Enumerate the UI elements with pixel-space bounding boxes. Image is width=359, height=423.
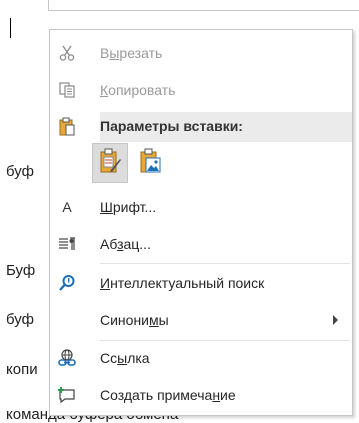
- menu-separator: [100, 340, 350, 341]
- paste-clipboard-icon: [50, 112, 84, 142]
- menu-item-synonyms[interactable]: Синонимы: [50, 305, 352, 335]
- menu-item-label: Вырезать: [100, 45, 163, 61]
- menu-item-copy[interactable]: Копировать: [50, 75, 352, 105]
- menu-item-label: Шрифт...: [100, 199, 157, 215]
- menu-item-label: Ссылка: [100, 350, 150, 366]
- new-comment-icon: [50, 380, 84, 410]
- menu-item-paragraph[interactable]: Абзац...: [50, 229, 352, 259]
- context-menu: Вырезать Копировать Параметры вставки: A…: [49, 29, 353, 416]
- text-cursor: [10, 18, 11, 38]
- menu-item-smart-lookup[interactable]: Интеллектуальный поиск: [50, 268, 352, 298]
- paste-options-label: Параметры вставки:: [100, 118, 243, 134]
- menu-item-cut[interactable]: Вырезать: [50, 38, 352, 68]
- scissors-icon: [50, 38, 84, 68]
- page-frame: [48, 0, 359, 11]
- menu-item-label: Синонимы: [100, 312, 169, 328]
- copy-icon: [50, 75, 84, 105]
- menu-item-new-comment[interactable]: Создать примечание: [50, 380, 352, 410]
- paste-picture-icon: [138, 147, 162, 180]
- search-icon: [50, 268, 84, 298]
- paste-keep-formatting-button[interactable]: [92, 143, 128, 183]
- paste-picture-button[interactable]: [132, 143, 168, 183]
- menu-item-font[interactable]: A Шрифт...: [50, 192, 352, 222]
- paragraph-icon: [50, 229, 84, 259]
- document-line[interactable]: буф: [6, 163, 34, 180]
- document-line[interactable]: копи: [6, 361, 38, 378]
- document-line[interactable]: буф: [6, 311, 34, 328]
- menu-separator: [100, 263, 350, 264]
- font-icon: A: [62, 199, 72, 215]
- menu-item-label: Создать примечание: [100, 387, 236, 403]
- paste-keep-formatting-icon: [98, 147, 122, 180]
- menu-item-label: Абзац...: [100, 236, 151, 252]
- chevron-right-icon: [333, 315, 338, 325]
- menu-item-label: Копировать: [100, 82, 176, 98]
- link-icon: [50, 343, 84, 373]
- menu-item-label: Интеллектуальный поиск: [100, 275, 265, 291]
- document-line[interactable]: Буф: [6, 262, 35, 279]
- menu-item-link[interactable]: Ссылка: [50, 343, 352, 373]
